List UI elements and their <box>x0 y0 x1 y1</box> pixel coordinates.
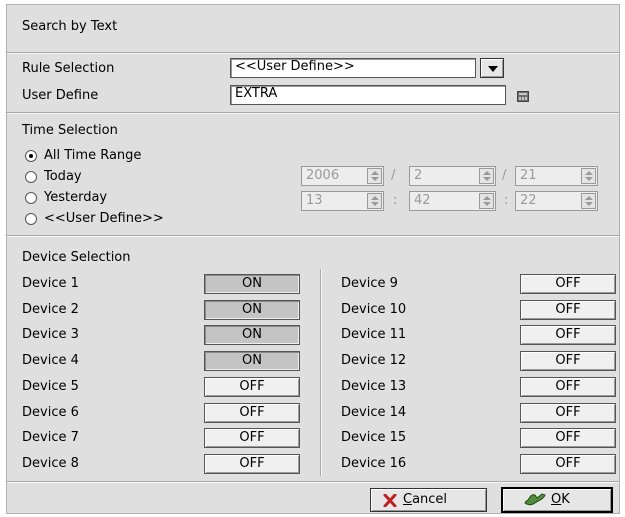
device-label: Device 16 <box>341 456 407 471</box>
minute-value: 42 <box>414 193 431 208</box>
minute-spinner[interactable]: 42 <box>409 191 496 211</box>
radio-today[interactable] <box>25 171 37 183</box>
month-spinner[interactable]: 2 <box>409 166 496 186</box>
date-separator: / <box>391 168 396 183</box>
device-label: Device 2 <box>22 302 79 317</box>
day-spinner[interactable]: 21 <box>515 166 598 186</box>
second-value: 22 <box>520 193 537 208</box>
device-toggle-button[interactable]: OFF <box>520 428 616 448</box>
radio-yesterday[interactable] <box>25 192 37 204</box>
time-selection-title: Time Selection <box>22 123 118 138</box>
device-toggle-button[interactable]: ON <box>204 274 300 294</box>
separator <box>7 52 619 54</box>
radio-label-user-define: <<User Define>> <box>44 211 164 226</box>
separator <box>7 112 619 114</box>
device-toggle-button[interactable]: OFF <box>520 274 616 294</box>
second-spinner[interactable]: 22 <box>515 191 598 211</box>
device-label: Device 8 <box>22 456 79 471</box>
month-value: 2 <box>414 168 423 183</box>
device-label: Device 15 <box>341 430 407 445</box>
device-toggle-button[interactable]: OFF <box>204 428 300 448</box>
radio-label-today: Today <box>44 169 82 184</box>
device-toggle-button[interactable]: ON <box>204 351 300 371</box>
hour-spinner[interactable]: 13 <box>301 191 384 211</box>
radio-label-yesterday: Yesterday <box>44 190 108 205</box>
cancel-x-icon <box>383 494 397 507</box>
spinner-arrows-icon[interactable] <box>479 193 494 209</box>
device-toggle-button[interactable]: OFF <box>520 403 616 423</box>
device-selection-title: Device Selection <box>22 250 131 265</box>
spinner-arrows-icon[interactable] <box>367 193 382 209</box>
spinner-arrows-icon[interactable] <box>479 168 494 184</box>
hour-value: 13 <box>306 193 323 208</box>
ok-button[interactable]: OK <box>501 487 613 513</box>
device-label: Device 6 <box>22 405 79 420</box>
device-label: Device 12 <box>341 353 407 368</box>
cancel-button[interactable]: Cancel <box>370 488 487 512</box>
radio-all-time-range[interactable] <box>25 150 37 162</box>
device-label: Device 5 <box>22 379 79 394</box>
separator <box>7 235 619 237</box>
device-label: Device 9 <box>341 276 398 291</box>
user-define-input[interactable]: EXTRA <box>230 85 506 105</box>
device-toggle-button[interactable]: OFF <box>520 300 616 320</box>
separator <box>7 481 619 483</box>
device-toggle-button[interactable]: OFF <box>204 403 300 423</box>
device-toggle-button[interactable]: ON <box>204 300 300 320</box>
device-toggle-button[interactable]: OFF <box>204 377 300 397</box>
device-toggle-button[interactable]: OFF <box>520 377 616 397</box>
date-separator: / <box>502 168 507 183</box>
cancel-button-label: Cancel <box>403 492 448 507</box>
ok-button-label: OK <box>551 492 570 507</box>
rule-selection-value: <<User Define>> <box>235 59 355 74</box>
device-label: Device 1 <box>22 276 79 291</box>
device-column-divider <box>320 269 322 476</box>
device-label: Device 7 <box>22 430 79 445</box>
year-spinner[interactable]: 2006 <box>301 166 384 186</box>
calculator-icon[interactable] <box>517 91 529 102</box>
device-label: Device 3 <box>22 327 79 342</box>
user-define-label: User Define <box>22 88 99 103</box>
device-label: Device 14 <box>341 405 407 420</box>
device-toggle-button[interactable]: OFF <box>204 454 300 474</box>
radio-label-all-time-range: All Time Range <box>44 148 142 163</box>
device-label: Device 4 <box>22 353 79 368</box>
device-toggle-button[interactable]: OFF <box>520 325 616 345</box>
chevron-down-icon[interactable] <box>480 58 504 78</box>
device-label: Device 10 <box>341 302 407 317</box>
search-by-text-dialog: Search by Text Rule Selection <<User Def… <box>6 4 620 514</box>
rule-selection-dropdown[interactable]: <<User Define>> <box>230 58 476 78</box>
ok-hand-icon <box>524 493 546 506</box>
device-label: Device 13 <box>341 379 407 394</box>
device-toggle-button[interactable]: OFF <box>520 351 616 371</box>
device-label: Device 11 <box>341 327 407 342</box>
time-separator: : <box>393 193 398 208</box>
dialog-title: Search by Text <box>22 19 118 34</box>
spinner-arrows-icon[interactable] <box>367 168 382 184</box>
user-define-value: EXTRA <box>235 86 278 101</box>
radio-user-define[interactable] <box>25 213 37 225</box>
spinner-arrows-icon[interactable] <box>581 168 596 184</box>
device-toggle-button[interactable]: ON <box>204 325 300 345</box>
device-toggle-button[interactable]: OFF <box>520 454 616 474</box>
time-separator: : <box>504 193 509 208</box>
year-value: 2006 <box>306 168 340 183</box>
spinner-arrows-icon[interactable] <box>581 193 596 209</box>
rule-selection-label: Rule Selection <box>22 61 115 76</box>
day-value: 21 <box>520 168 537 183</box>
